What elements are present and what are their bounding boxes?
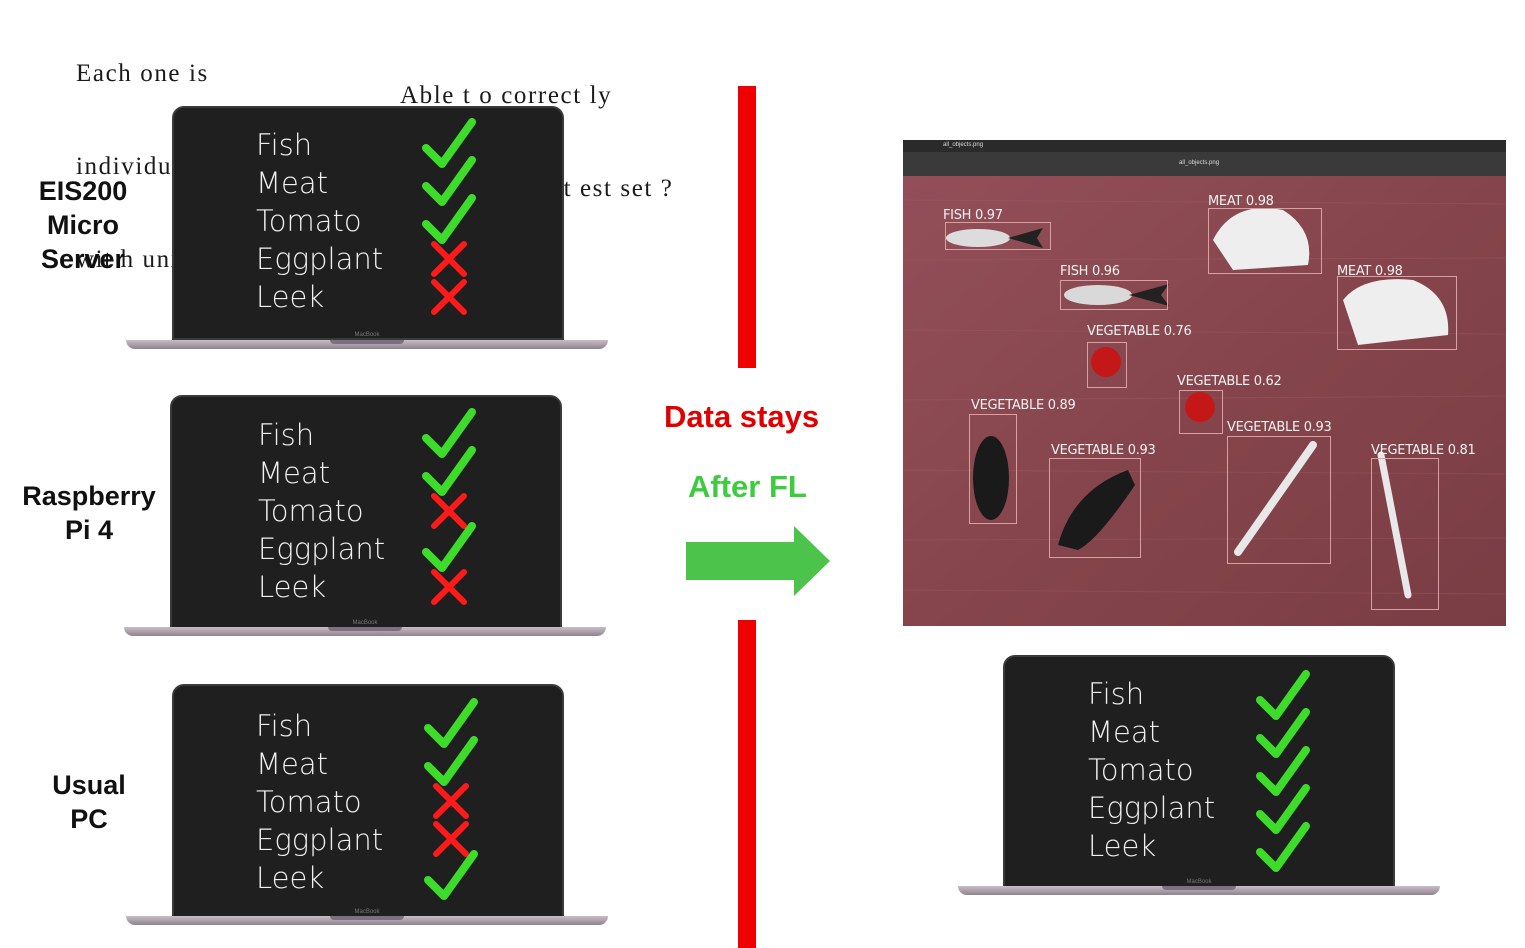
item-eggplant: Eggplant [256,242,384,276]
item-leek: Leek [256,280,325,314]
checkmark-icon [1256,822,1310,872]
laptop-notch [1162,886,1236,890]
item-tomato: Tomato [258,494,364,528]
device-label-line: Raspberry [22,481,156,511]
item-meat: Meat [1088,715,1161,749]
detection-label: MEAT 0.98 [1208,194,1274,209]
detection-label: VEGETABLE 0.81 [1371,443,1476,458]
divider-bar-top [738,86,756,368]
detection-box [1208,208,1322,274]
arrow-shape [686,526,830,596]
device-label-line: EIS200 [38,176,128,206]
item-meat: Meat [256,747,329,781]
item-tomato: Tomato [256,785,362,819]
viewer-titlebar: all_objects.png [903,140,1506,152]
item-tomato: Tomato [256,204,362,238]
item-eggplant: Eggplant [258,532,386,566]
detection-label: VEGETABLE 0.93 [1051,443,1156,458]
detection-box [945,222,1051,250]
item-tomato: Tomato [1088,753,1194,787]
device-label-eis200: EIS200 Micro Server [20,174,146,276]
detection-box [969,414,1017,524]
laptop-brand: MacBook [354,332,380,338]
item-fish: Fish [1088,677,1145,711]
cross-stroke [431,279,467,315]
cross-stroke [431,569,467,605]
item-list: Fish Meat Tomato Eggplant Leek [1088,675,1215,865]
checkmark-icon [424,850,478,900]
device-label-line: Micro [46,210,119,240]
checkmark-stroke [424,850,478,900]
detection-label: MEAT 0.98 [1337,264,1403,279]
data-stays-label: Data stays [664,399,820,434]
checkmark-stroke [1256,822,1310,872]
detection-box [1049,458,1141,558]
item-leek: Leek [256,861,325,895]
item-fish: Fish [256,128,313,162]
detection-box [1337,276,1457,350]
device-label-line: PC [70,804,108,834]
tab-title: all_objects.png [1179,160,1220,166]
laptop-brand: MacBook [352,620,378,626]
arrow-right-icon [686,526,830,596]
viewer-toolbar: all_objects.png [903,152,1506,176]
detection-box [1060,280,1168,310]
laptop-notch [330,340,404,344]
item-eggplant: Eggplant [1088,791,1216,825]
device-label-raspberry: Raspberry Pi 4 [14,479,164,547]
detection-label: VEGETABLE 0.93 [1227,420,1332,435]
laptop-notch [330,916,404,920]
detection-label: FISH 0.97 [943,208,1003,223]
detection-label: VEGETABLE 0.89 [971,398,1076,413]
detection-label: FISH 0.96 [1060,264,1120,279]
device-label-line: Usual [52,770,126,800]
item-list: Fish Meat Tomato Eggplant Leek [258,416,385,606]
detection-box [1179,390,1223,434]
laptop-notch [328,627,402,631]
laptop-brand: MacBook [1186,879,1212,885]
item-fish: Fish [258,418,315,452]
header-left-line: Each one is [76,60,209,87]
detection-label: VEGETABLE 0.76 [1087,324,1192,339]
item-leek: Leek [258,570,327,604]
after-fl-label: After FL [688,469,807,504]
detection-photo: all_objects.png all_objects.png FISH 0.9… [903,140,1506,626]
device-label-usual-pc: Usual PC [30,768,148,836]
window-title: all_objects.png [943,142,984,148]
detection-box [1371,458,1439,610]
item-fish: Fish [256,709,313,743]
detection-box [1227,436,1331,564]
device-label-line: Pi 4 [64,515,114,545]
divider-bar-bottom [738,620,756,948]
cross-icon [431,569,467,605]
item-leek: Leek [1088,829,1157,863]
item-meat: Meat [258,456,331,490]
item-list: Fish Meat Tomato Eggplant Leek [256,707,383,897]
cross-icon [431,279,467,315]
detection-label: VEGETABLE 0.62 [1177,374,1282,389]
item-meat: Meat [256,166,329,200]
detection-box [1087,342,1127,388]
item-list: Fish Meat Tomato Eggplant Leek [256,126,383,316]
item-eggplant: Eggplant [256,823,384,857]
laptop-brand: MacBook [354,909,380,915]
device-label-line: Server [40,244,126,274]
